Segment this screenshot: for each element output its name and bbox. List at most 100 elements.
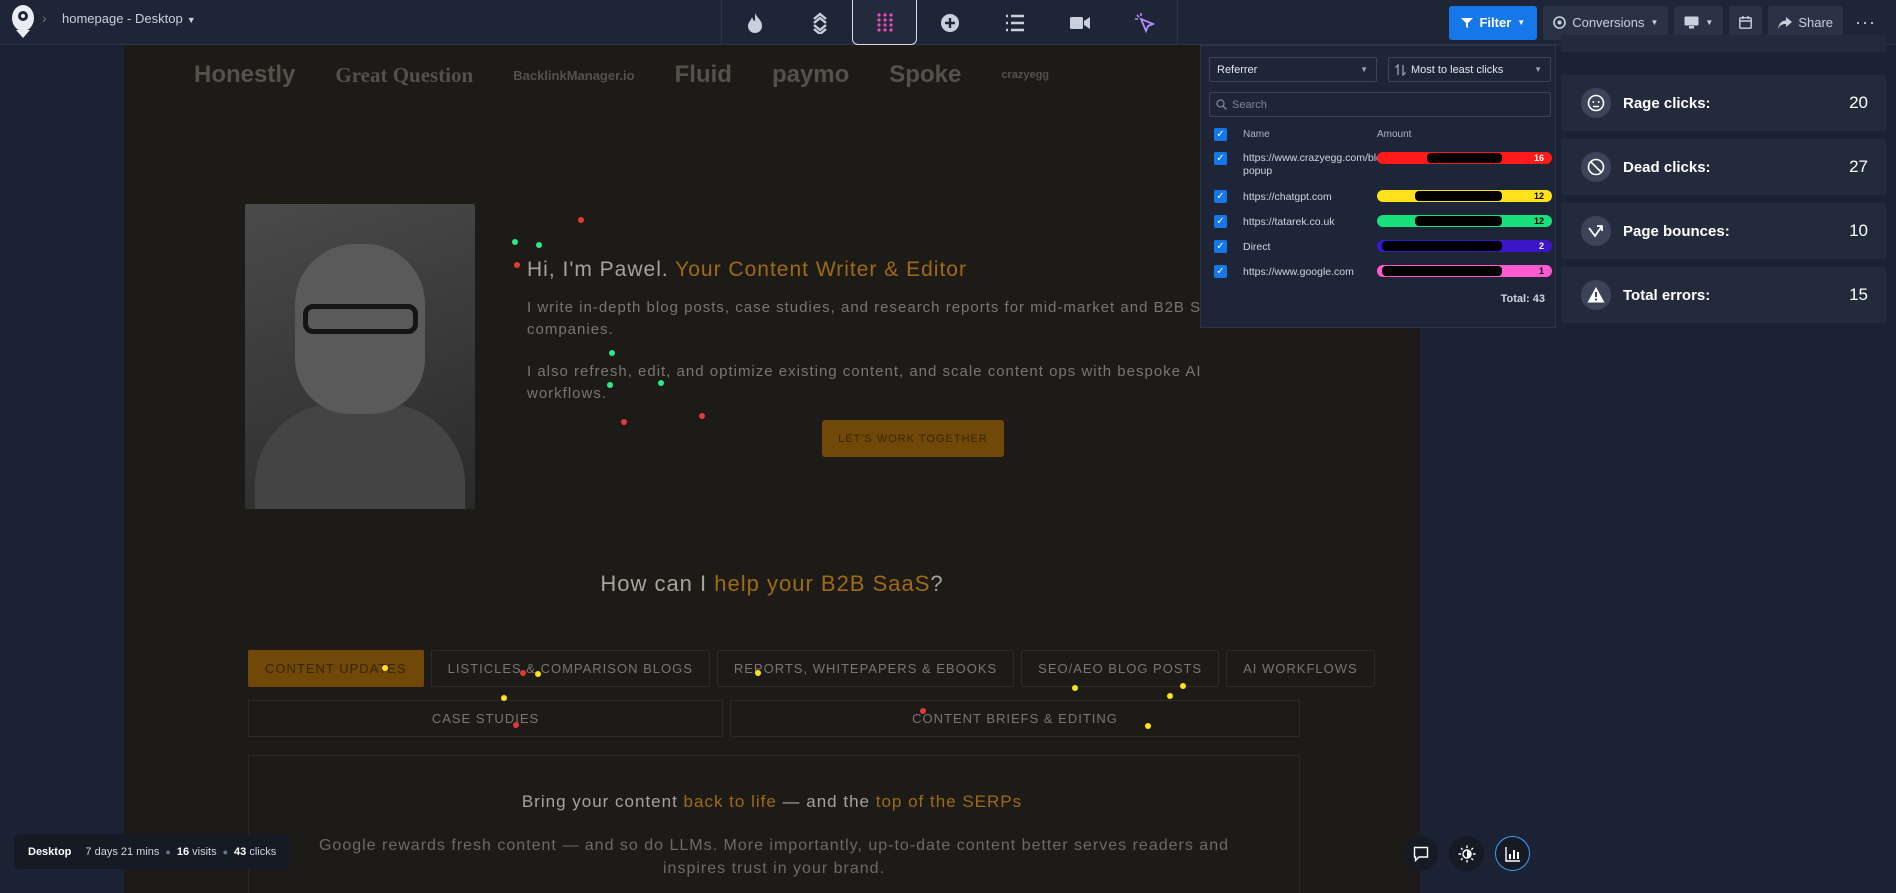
clicks-stat: 43 clicks (234, 846, 276, 858)
heatmap-mode-button[interactable] (722, 0, 787, 45)
tab-content-updates[interactable]: CONTENT UPDATES (248, 650, 424, 687)
sort-dropdown[interactable]: Most to least clicks ▼ (1388, 57, 1551, 82)
chevron-down-icon: ▼ (1705, 18, 1714, 27)
filter-button[interactable]: Filter ▼ (1449, 5, 1538, 40)
panel-heading-plain: Bring your content (521, 792, 678, 811)
click-dot[interactable] (501, 695, 507, 701)
stat-card-dead-clicks[interactable]: Dead clicks: 27 (1561, 139, 1886, 195)
hero-paragraph-1: I write in-depth blog posts, case studie… (527, 299, 1231, 338)
click-dot[interactable] (755, 670, 761, 676)
stat-card-total-errors[interactable]: Total errors: 15 (1561, 267, 1886, 323)
tab-content-briefs[interactable]: CONTENT BRIEFS & EDITING (730, 700, 1300, 737)
client-logo: crazyegg (1001, 69, 1050, 81)
click-dot[interactable] (382, 665, 388, 671)
share-arrow-icon (1778, 16, 1793, 29)
panel-heading-accent: back to life (683, 792, 777, 811)
warning-icon (1581, 280, 1611, 310)
referrer-name: https://tatarek.co.uk (1243, 216, 1335, 228)
clickmap-mode-button[interactable] (852, 0, 917, 45)
row-checkbox[interactable]: ✓ (1214, 190, 1227, 203)
click-dot[interactable] (578, 217, 584, 223)
tab-seo-blog-posts[interactable]: SEO/AEO BLOG POSTS (1021, 650, 1220, 687)
hero-heading-accent: Your Content Writer & Editor (675, 258, 967, 281)
column-header-name: Name (1243, 129, 1270, 140)
rage-icon (1581, 88, 1611, 118)
search-icon (1216, 99, 1227, 110)
stat-card-partial (1561, 35, 1886, 52)
scrollmap-mode-button[interactable] (787, 0, 852, 45)
filter-label: Filter (1479, 15, 1512, 30)
page-name: homepage - Desktop (62, 11, 183, 26)
chevron-down-icon: ▼ (1534, 65, 1542, 74)
tab-listicles[interactable]: LISTICLES & COMPARISON BLOGS (430, 650, 710, 687)
stat-card-rage-clicks[interactable]: Rage clicks: 20 (1561, 75, 1886, 131)
page-selector-dropdown[interactable]: homepage - Desktop ▼ (62, 11, 196, 26)
share-label: Share (1798, 15, 1834, 30)
floating-action-buttons (1403, 836, 1530, 871)
panel-heading-accent-2: top of the SERPs (875, 792, 1023, 811)
list-mode-button[interactable] (982, 0, 1047, 45)
comment-button[interactable] (1403, 836, 1438, 871)
bounce-icon (1581, 216, 1611, 246)
row-checkbox[interactable]: ✓ (1214, 240, 1227, 253)
services-heading-plain: How can I (600, 571, 708, 596)
flame-icon (747, 12, 762, 33)
tab-case-studies[interactable]: CASE STUDIES (248, 700, 723, 737)
visits-count: 16 (176, 845, 190, 858)
stat-label: Dead clicks: (1623, 158, 1711, 176)
client-logo: Honestly (194, 61, 296, 88)
referrer-breakdown-panel: Referrer ▼ Most to least clicks ▼ Search… (1200, 45, 1556, 328)
click-dot[interactable] (1145, 723, 1151, 729)
calendar-icon (1739, 16, 1753, 29)
row-checkbox[interactable]: ✓ (1214, 215, 1227, 228)
click-dot[interactable] (535, 671, 541, 677)
click-dot[interactable] (536, 242, 542, 248)
click-dot[interactable] (607, 382, 613, 388)
click-dot[interactable] (512, 239, 518, 245)
client-logo: Spoke (889, 61, 962, 88)
click-dot[interactable] (1072, 685, 1078, 691)
funnel-icon (1461, 17, 1474, 28)
chevron-down-icon: ▼ (1517, 18, 1526, 27)
more-options-icon[interactable]: ··· (1849, 12, 1882, 33)
client-logo: Great Question (335, 62, 474, 87)
pointer-mode-button[interactable] (1112, 0, 1177, 45)
click-dot[interactable] (699, 413, 705, 419)
click-dot[interactable] (520, 670, 526, 676)
click-dot[interactable] (514, 262, 520, 268)
stat-label: Total errors: (1623, 286, 1711, 304)
confetti-mode-button[interactable] (917, 0, 982, 45)
theme-toggle-button[interactable] (1449, 836, 1484, 871)
click-dot[interactable] (609, 350, 615, 356)
referrer-name: Direct (1243, 241, 1271, 253)
referrer-search-input[interactable]: Search (1209, 92, 1551, 117)
click-dot[interactable] (1180, 683, 1186, 689)
visits-stat: 16 visits (177, 846, 217, 858)
stat-value: 27 (1849, 157, 1868, 176)
stats-panel-button[interactable] (1495, 836, 1530, 871)
stat-label: Page bounces: (1623, 222, 1730, 240)
bar-chart-icon (1504, 846, 1520, 862)
cta-button[interactable]: LET'S WORK TOGETHER (822, 420, 1004, 457)
click-dot[interactable] (920, 708, 926, 714)
click-dot[interactable] (1167, 693, 1173, 699)
group-by-dropdown[interactable]: Referrer ▼ (1209, 57, 1377, 82)
service-tabs: CONTENT UPDATES LISTICLES & COMPARISON B… (248, 650, 1375, 687)
click-dot[interactable] (658, 380, 664, 386)
referrer-name: https://www.crazyegg.com/blog/exit-popup (1243, 152, 1411, 177)
click-dot[interactable] (621, 419, 627, 425)
chevron-down-icon: ▼ (186, 15, 196, 25)
click-dot[interactable] (513, 722, 519, 728)
separator-dot-icon: ● (222, 846, 229, 857)
row-checkbox[interactable]: ✓ (1214, 152, 1227, 165)
sparkle-pointer-icon (1134, 12, 1155, 33)
select-all-checkbox[interactable]: ✓ (1214, 128, 1227, 141)
tab-reports[interactable]: REPORTS, WHITEPAPERS & EBOOKS (716, 650, 1015, 687)
stat-card-page-bounces[interactable]: Page bounces: 10 (1561, 203, 1886, 259)
brightness-icon (1458, 845, 1475, 862)
recordings-mode-button[interactable] (1047, 0, 1112, 45)
tab-ai-workflows[interactable]: AI WORKFLOWS (1226, 650, 1375, 687)
crazyegg-logo-icon[interactable] (10, 4, 36, 40)
row-checkbox[interactable]: ✓ (1214, 265, 1227, 278)
stat-value: 10 (1849, 221, 1868, 240)
